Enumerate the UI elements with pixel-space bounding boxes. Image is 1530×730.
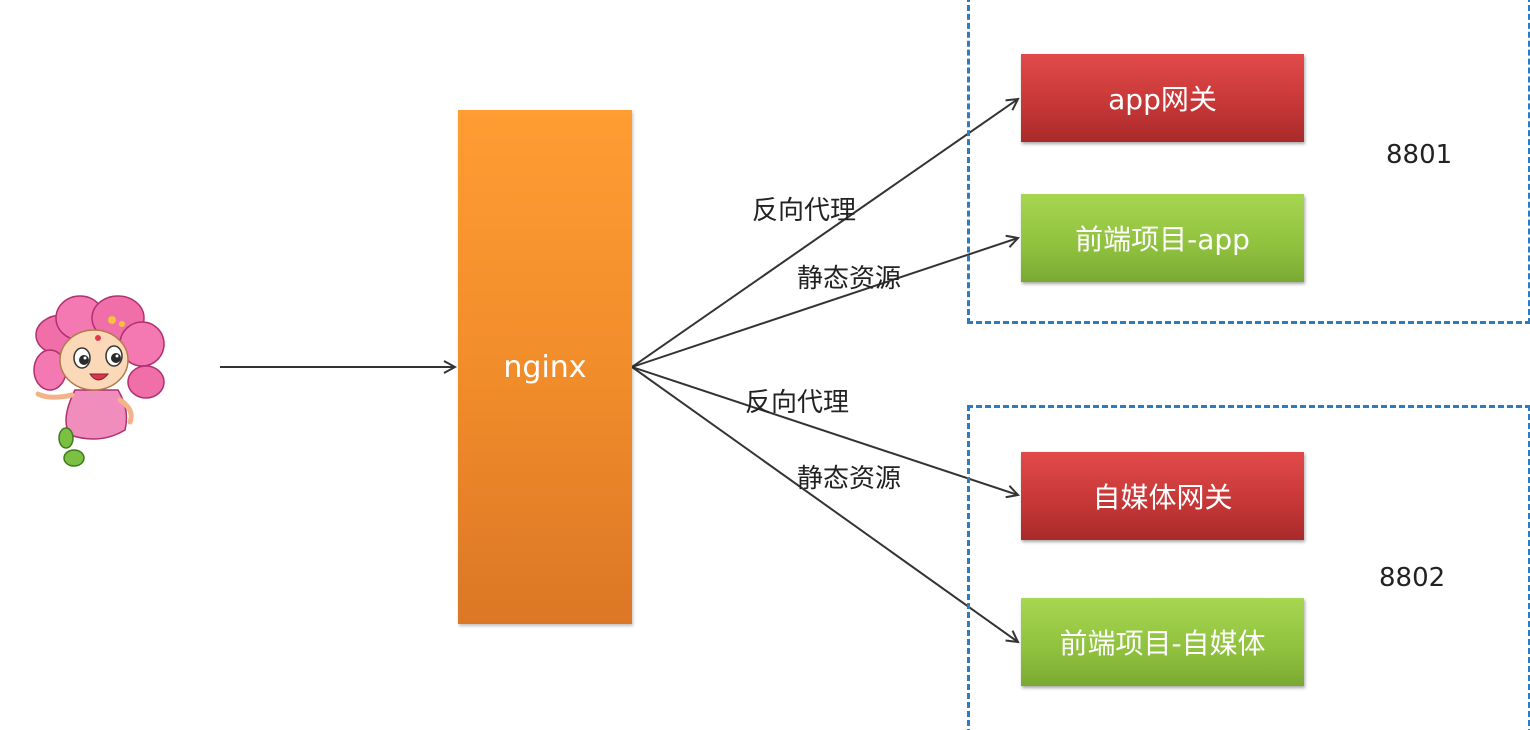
nginx-to-app-gateway-arrow (631, 99, 1018, 368)
frontend-app-label: 前端项目-app (1075, 223, 1250, 256)
edge-label-static-resources-top: 静态资源 (797, 264, 902, 294)
media-gateway-label: 自媒体网关 (1092, 481, 1233, 514)
edge-label-reverse-proxy-bottom: 反向代理 (745, 388, 850, 418)
flower-mascot-icon (33, 295, 165, 467)
edge-label-reverse-proxy-top: 反向代理 (752, 196, 857, 226)
nginx-label: nginx (503, 349, 587, 385)
frontend-app-node: 前端项目-app (1021, 194, 1304, 282)
app-gateway-label: app网关 (1108, 83, 1217, 116)
frontend-media-node: 前端项目-自媒体 (1021, 598, 1304, 686)
architecture-diagram: nginx app网关 前端项目-app 自媒体网关 前端项目-自媒体 反向代理… (0, 0, 1530, 730)
port-label-8801: 8801 (1386, 140, 1453, 170)
port-label-8802: 8802 (1379, 563, 1446, 593)
edge-label-static-resources-bottom: 静态资源 (797, 464, 902, 494)
app-gateway-node: app网关 (1021, 54, 1304, 142)
nginx-node: nginx (458, 110, 632, 624)
media-gateway-node: 自媒体网关 (1021, 452, 1304, 540)
frontend-media-label: 前端项目-自媒体 (1059, 627, 1266, 660)
